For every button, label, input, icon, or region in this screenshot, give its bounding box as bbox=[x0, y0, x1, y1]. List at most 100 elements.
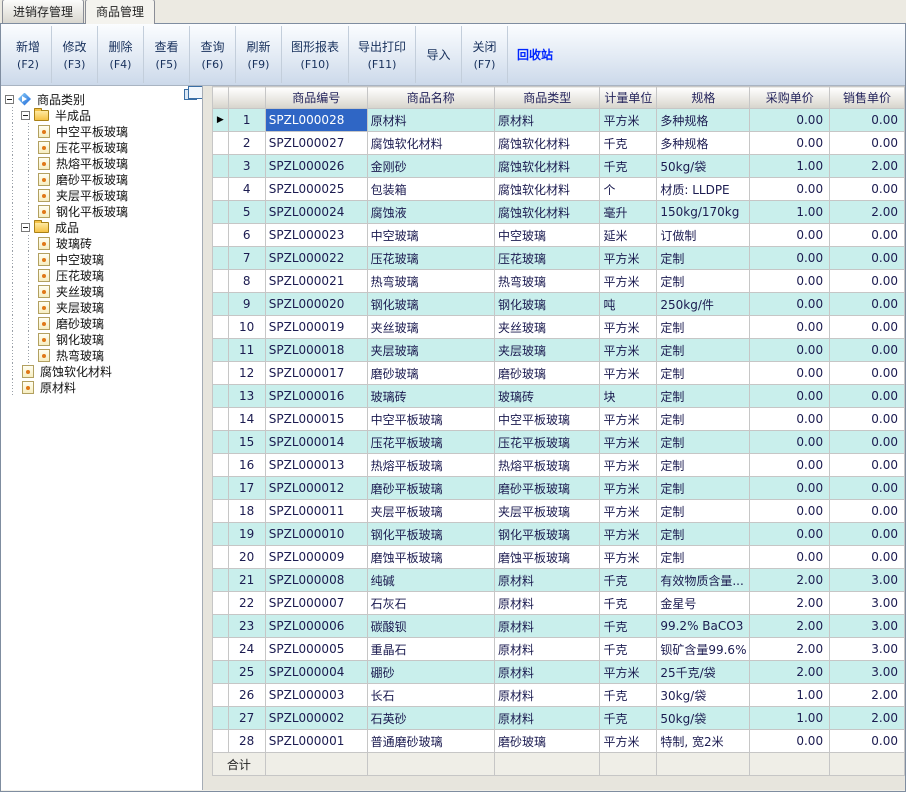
cell-product-type[interactable]: 磨蚀平板玻璃 bbox=[494, 546, 600, 569]
cell-product-code[interactable]: SPZL000010 bbox=[265, 523, 367, 546]
cell-product-code[interactable]: SPZL000024 bbox=[265, 201, 367, 224]
cell-product-code[interactable]: SPZL000025 bbox=[265, 178, 367, 201]
tree-node[interactable]: 热熔平板玻璃 bbox=[5, 155, 200, 171]
edit-button[interactable]: 修改 (F3) bbox=[51, 26, 97, 83]
cell-product-code[interactable]: SPZL000005 bbox=[265, 638, 367, 661]
view-button[interactable]: 查看 (F5) bbox=[143, 26, 189, 83]
cell-purchase-price[interactable]: 0.00 bbox=[750, 408, 830, 431]
cell-product-code[interactable]: SPZL000013 bbox=[265, 454, 367, 477]
cell-product-name[interactable]: 长石 bbox=[367, 684, 494, 707]
cell-sale-price[interactable]: 0.00 bbox=[830, 339, 905, 362]
cell-product-code[interactable]: SPZL000019 bbox=[265, 316, 367, 339]
cell-row-number[interactable]: 2 bbox=[228, 132, 265, 155]
cell-purchase-price[interactable]: 0.00 bbox=[750, 385, 830, 408]
cell-sale-price[interactable]: 3.00 bbox=[830, 569, 905, 592]
cell-row-number[interactable]: 4 bbox=[228, 178, 265, 201]
cell-spec[interactable]: 有效物质含量... bbox=[657, 569, 750, 592]
column-header-5[interactable]: 采购单价 bbox=[750, 87, 830, 109]
tree-node[interactable]: 压花平板玻璃 bbox=[5, 139, 200, 155]
cell-product-code[interactable]: SPZL000011 bbox=[265, 500, 367, 523]
cell-sale-price[interactable]: 0.00 bbox=[830, 132, 905, 155]
cell-purchase-price[interactable]: 0.00 bbox=[750, 247, 830, 270]
cell-product-name[interactable]: 中空平板玻璃 bbox=[367, 408, 494, 431]
tree-node[interactable]: 夹层玻璃 bbox=[5, 299, 200, 315]
cell-unit[interactable]: 千克 bbox=[600, 132, 657, 155]
panel-splitter[interactable] bbox=[203, 86, 212, 790]
cell-product-name[interactable]: 夹丝玻璃 bbox=[367, 316, 494, 339]
cell-unit[interactable]: 千克 bbox=[600, 615, 657, 638]
cell-product-name[interactable]: 压花平板玻璃 bbox=[367, 431, 494, 454]
cell-row-number[interactable]: 20 bbox=[228, 546, 265, 569]
chart-report-button[interactable]: 图形报表 (F10) bbox=[281, 26, 348, 83]
cell-unit[interactable]: 个 bbox=[600, 178, 657, 201]
cell-sale-price[interactable]: 0.00 bbox=[830, 477, 905, 500]
cascade-windows-icon[interactable] bbox=[184, 89, 197, 100]
cell-row-number[interactable]: 9 bbox=[228, 293, 265, 316]
cell-product-code[interactable]: SPZL000017 bbox=[265, 362, 367, 385]
cell-row-number[interactable]: 16 bbox=[228, 454, 265, 477]
cell-unit[interactable]: 平方米 bbox=[600, 339, 657, 362]
cell-sale-price[interactable]: 0.00 bbox=[830, 316, 905, 339]
column-header-3[interactable]: 计量单位 bbox=[600, 87, 657, 109]
cell-purchase-price[interactable]: 0.00 bbox=[750, 293, 830, 316]
cell-product-name[interactable]: 磨蚀平板玻璃 bbox=[367, 546, 494, 569]
column-header-0[interactable]: 商品编号 bbox=[265, 87, 367, 109]
tree-node[interactable]: 原材料 bbox=[5, 379, 200, 395]
cell-product-type[interactable]: 压花玻璃 bbox=[494, 247, 600, 270]
cell-product-code[interactable]: SPZL000023 bbox=[265, 224, 367, 247]
cell-spec[interactable]: 定制 bbox=[657, 270, 750, 293]
cell-product-name[interactable]: 热弯玻璃 bbox=[367, 270, 494, 293]
cell-spec[interactable]: 定制 bbox=[657, 454, 750, 477]
cell-product-type[interactable]: 原材料 bbox=[494, 615, 600, 638]
cell-purchase-price[interactable]: 0.00 bbox=[750, 339, 830, 362]
tree-node[interactable]: 腐蚀软化材料 bbox=[5, 363, 200, 379]
cell-row-number[interactable]: 5 bbox=[228, 201, 265, 224]
cell-sale-price[interactable]: 0.00 bbox=[830, 224, 905, 247]
cell-unit[interactable]: 平方米 bbox=[600, 546, 657, 569]
recycle-bin-button[interactable]: 回收站 bbox=[507, 26, 562, 83]
cell-purchase-price[interactable]: 0.00 bbox=[750, 132, 830, 155]
cell-product-name[interactable]: 石灰石 bbox=[367, 592, 494, 615]
cell-unit[interactable]: 千克 bbox=[600, 638, 657, 661]
cell-product-name[interactable]: 夹层平板玻璃 bbox=[367, 500, 494, 523]
new-button[interactable]: 新增 (F2) bbox=[5, 26, 51, 83]
cell-spec[interactable]: 定制 bbox=[657, 500, 750, 523]
cell-product-name[interactable]: 纯碱 bbox=[367, 569, 494, 592]
cell-row-number[interactable]: 11 bbox=[228, 339, 265, 362]
tree-node[interactable]: 成品 bbox=[5, 219, 200, 235]
cell-product-type[interactable]: 夹层平板玻璃 bbox=[494, 500, 600, 523]
cell-sale-price[interactable]: 0.00 bbox=[830, 385, 905, 408]
cell-product-code[interactable]: SPZL000021 bbox=[265, 270, 367, 293]
cell-row-number[interactable]: 26 bbox=[228, 684, 265, 707]
cell-unit[interactable]: 毫升 bbox=[600, 201, 657, 224]
cell-spec[interactable]: 99.2% BaCO3 bbox=[657, 615, 750, 638]
cell-purchase-price[interactable]: 0.00 bbox=[750, 730, 830, 753]
cell-spec[interactable]: 订做制 bbox=[657, 224, 750, 247]
tree-node[interactable]: 半成品 bbox=[5, 107, 200, 123]
cell-product-type[interactable]: 磨砂玻璃 bbox=[494, 362, 600, 385]
cell-unit[interactable]: 延米 bbox=[600, 224, 657, 247]
cell-product-type[interactable]: 夹丝玻璃 bbox=[494, 316, 600, 339]
cell-spec[interactable]: 金星号 bbox=[657, 592, 750, 615]
cell-unit[interactable]: 千克 bbox=[600, 155, 657, 178]
cell-spec[interactable]: 定制 bbox=[657, 339, 750, 362]
cell-product-name[interactable]: 中空玻璃 bbox=[367, 224, 494, 247]
column-header-1[interactable]: 商品名称 bbox=[367, 87, 494, 109]
cell-purchase-price[interactable]: 0.00 bbox=[750, 431, 830, 454]
tab-inventory-management[interactable]: 进销存管理 bbox=[2, 0, 84, 23]
cell-product-type[interactable]: 原材料 bbox=[494, 109, 600, 132]
cell-product-code[interactable]: SPZL000027 bbox=[265, 132, 367, 155]
cell-purchase-price[interactable]: 0.00 bbox=[750, 477, 830, 500]
cell-sale-price[interactable]: 0.00 bbox=[830, 408, 905, 431]
cell-product-type[interactable]: 腐蚀软化材料 bbox=[494, 201, 600, 224]
cell-row-number[interactable]: 24 bbox=[228, 638, 265, 661]
cell-sale-price[interactable]: 3.00 bbox=[830, 638, 905, 661]
cell-purchase-price[interactable]: 2.00 bbox=[750, 661, 830, 684]
cell-product-code[interactable]: SPZL000008 bbox=[265, 569, 367, 592]
cell-row-number[interactable]: 15 bbox=[228, 431, 265, 454]
cell-product-type[interactable]: 磨砂玻璃 bbox=[494, 730, 600, 753]
cell-product-code[interactable]: SPZL000020 bbox=[265, 293, 367, 316]
cell-product-type[interactable]: 热弯玻璃 bbox=[494, 270, 600, 293]
cell-purchase-price[interactable]: 0.00 bbox=[750, 362, 830, 385]
cell-row-number[interactable]: 27 bbox=[228, 707, 265, 730]
